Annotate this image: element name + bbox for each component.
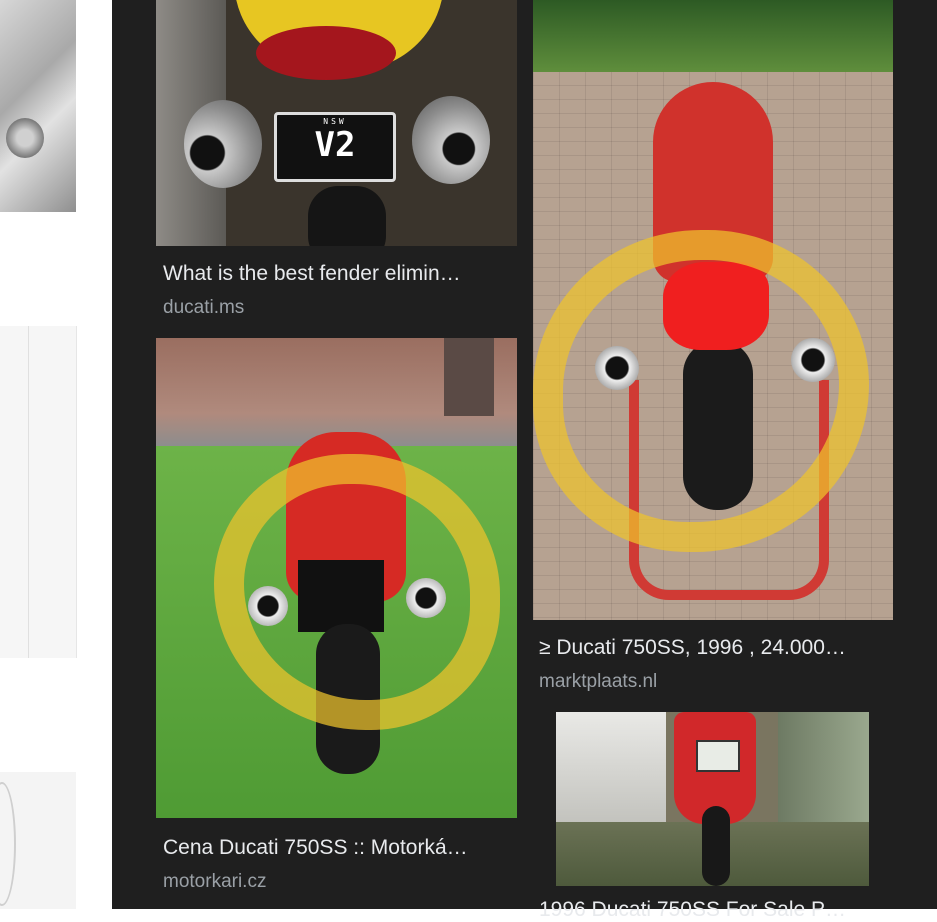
left-results-column [0, 0, 112, 909]
left-thumbnail-engine[interactable] [0, 0, 76, 212]
result-thumbnail-forsale[interactable] [556, 712, 869, 886]
tail-light-graphic [256, 26, 396, 80]
result-thumbnail-motorkari[interactable] [156, 338, 517, 818]
engine-part-graphic [6, 118, 44, 158]
result-caption[interactable]: Cena Ducati 750SS :: Motorká… [163, 836, 513, 860]
result-source[interactable]: motorkari.cz [163, 871, 266, 893]
result-thumbnail-fender[interactable]: NSW V2 [156, 0, 517, 246]
exhaust-right-graphic [412, 96, 490, 184]
result-source[interactable]: marktplaats.nl [539, 671, 657, 693]
house-wall-graphic [556, 712, 666, 822]
exhaust-left-graphic [184, 100, 262, 188]
tyre-graphic [308, 186, 386, 246]
result-source[interactable]: ducati.ms [163, 297, 244, 319]
left-thumbnail-panel[interactable] [0, 326, 77, 658]
door-graphic [444, 338, 494, 416]
partial-graphic [0, 782, 16, 906]
left-thumbnail-partial[interactable] [0, 772, 76, 909]
front-wheel-graphic [702, 806, 730, 886]
result-thumbnail-marktplaats[interactable] [533, 0, 893, 620]
license-plate: NSW V2 [274, 112, 396, 182]
plate-number: V2 [314, 125, 356, 165]
panel-divider [28, 326, 29, 658]
result-caption[interactable]: 1996 Ducati 750SS For Sale P… [539, 898, 889, 922]
result-caption[interactable]: What is the best fender elimin… [163, 262, 513, 286]
headlight-graphic [696, 740, 740, 772]
result-caption[interactable]: ≥ Ducati 750SS, 1996 , 24.000… [539, 636, 889, 660]
hedge-graphic [533, 0, 893, 72]
